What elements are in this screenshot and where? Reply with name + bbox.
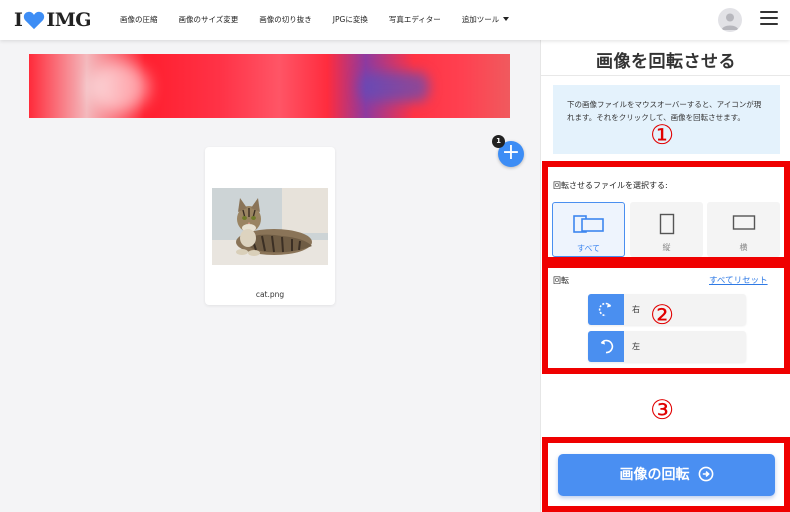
nav-photo-editor[interactable]: 写真エディター: [389, 13, 441, 27]
annotation-box-1: [542, 161, 790, 263]
annotation-number-1: ①: [650, 120, 675, 151]
nav-more-tools[interactable]: 追加ツール: [462, 13, 510, 27]
hamburger-menu-icon[interactable]: [760, 11, 778, 27]
annotation-number-2: ②: [650, 300, 675, 331]
logo-text-i: I: [14, 9, 23, 31]
nav-convert-jpg[interactable]: JPGに変換: [333, 13, 368, 27]
file-name: cat.png: [255, 290, 285, 299]
file-count-badge: 1: [492, 135, 505, 148]
chevron-down-icon: [503, 17, 510, 21]
cat-thumbnail: [212, 188, 328, 265]
cat-image: [212, 188, 328, 265]
nav-compress[interactable]: 画像の圧縮: [120, 13, 158, 27]
nav-more-tools-label: 追加ツール: [461, 15, 500, 24]
title-divider: [541, 75, 790, 76]
file-card[interactable]: cat.png: [205, 147, 335, 305]
nav-resize[interactable]: 画像のサイズ変更: [179, 13, 239, 27]
user-avatar[interactable]: [718, 8, 742, 32]
annotation-box-3: [542, 437, 790, 512]
nav-crop[interactable]: 画像の切り抜き: [259, 13, 312, 27]
main-nav: 画像の圧縮 画像のサイズ変更 画像の切り抜き JPGに変換 写真エディター 追加…: [120, 13, 530, 27]
blurred-ad-banner: [29, 54, 510, 118]
heart-logo-icon: [24, 11, 45, 30]
user-icon: [721, 13, 739, 30]
top-header: I IMG 画像の圧縮 画像のサイズ変更 画像の切り抜き JPGに変換 写真エデ…: [0, 0, 790, 40]
ilovimg-logo[interactable]: I IMG: [14, 9, 92, 31]
logo-text-img: IMG: [46, 9, 92, 31]
annotation-number-3: ③: [650, 395, 675, 426]
panel-title: 画像を回転させる: [596, 52, 736, 72]
